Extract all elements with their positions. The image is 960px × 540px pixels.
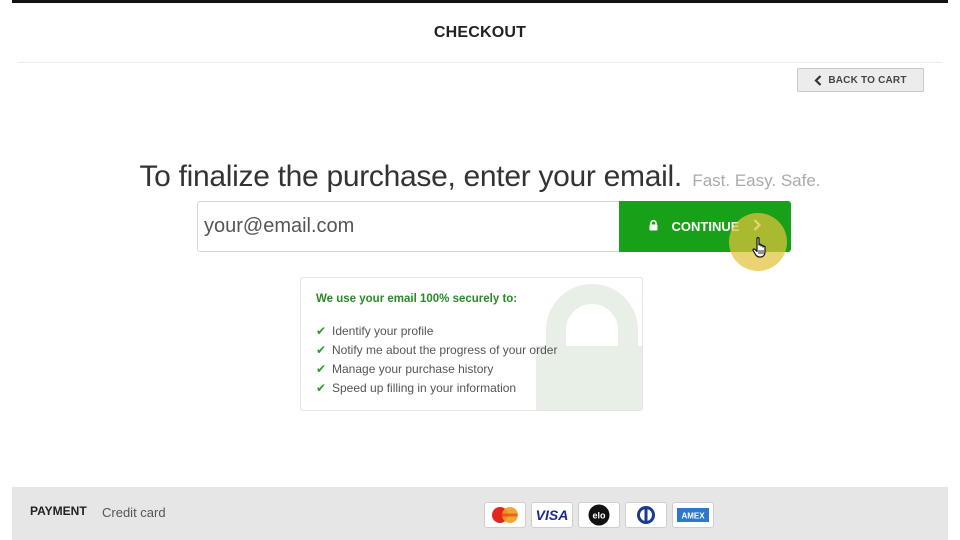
svg-text:AMEX: AMEX: [681, 512, 705, 521]
list-item: ✔ Notify me about the progress of your or…: [316, 340, 557, 359]
list-item: ✔ Identify your profile: [316, 321, 557, 340]
list-item-label: Notify me about the progress of your ord…: [332, 342, 558, 357]
mastercard-icon: [484, 502, 526, 528]
list-item-label: Identify your profile: [332, 323, 434, 338]
lock-icon: [649, 219, 658, 234]
page-header: CHECKOUT: [18, 3, 942, 63]
diners-icon: [625, 502, 667, 528]
check-icon: ✔: [316, 380, 327, 395]
info-title: We use your email 100% securely to:: [316, 293, 518, 305]
list-item-label: Speed up filling in your information: [332, 380, 517, 395]
check-icon: ✔: [316, 323, 327, 338]
payment-footer: PAYMENT Credit card VISA elo AMEX: [12, 487, 948, 540]
check-icon: ✔: [316, 342, 327, 357]
headline-main: To finalize the purchase, enter your ema…: [139, 160, 682, 193]
svg-text:elo: elo: [592, 511, 606, 521]
email-usage-info: We use your email 100% securely to: ✔ Ide…: [300, 277, 643, 411]
back-to-cart-button[interactable]: BACK TO CART: [797, 68, 924, 92]
card-brands: VISA elo AMEX: [484, 502, 714, 528]
chevron-left-icon: [814, 74, 822, 86]
check-icon: ✔: [316, 361, 327, 376]
list-item: ✔ Speed up filling in your information: [316, 378, 557, 397]
headline: To finalize the purchase, enter your ema…: [0, 160, 960, 194]
list-item: ✔ Manage your purchase history: [316, 359, 557, 378]
continue-label: CONTINUE: [671, 219, 740, 234]
amex-icon: AMEX: [672, 502, 714, 528]
elo-icon: elo: [578, 502, 620, 528]
email-input[interactable]: [197, 201, 619, 252]
email-form: CONTINUE: [197, 201, 791, 252]
payment-method: Credit card: [102, 505, 166, 520]
payment-label: PAYMENT: [30, 504, 87, 518]
svg-text:VISA: VISA: [536, 507, 569, 523]
hand-cursor-icon: [752, 236, 770, 263]
page-title: CHECKOUT: [433, 24, 527, 41]
headline-tagline: Fast. Easy. Safe.: [692, 171, 821, 190]
info-list: ✔ Identify your profile ✔ Notify me about …: [316, 321, 557, 397]
list-item-label: Manage your purchase history: [332, 361, 494, 376]
back-to-cart-label: BACK TO CART: [828, 74, 907, 86]
visa-icon: VISA: [531, 502, 573, 528]
